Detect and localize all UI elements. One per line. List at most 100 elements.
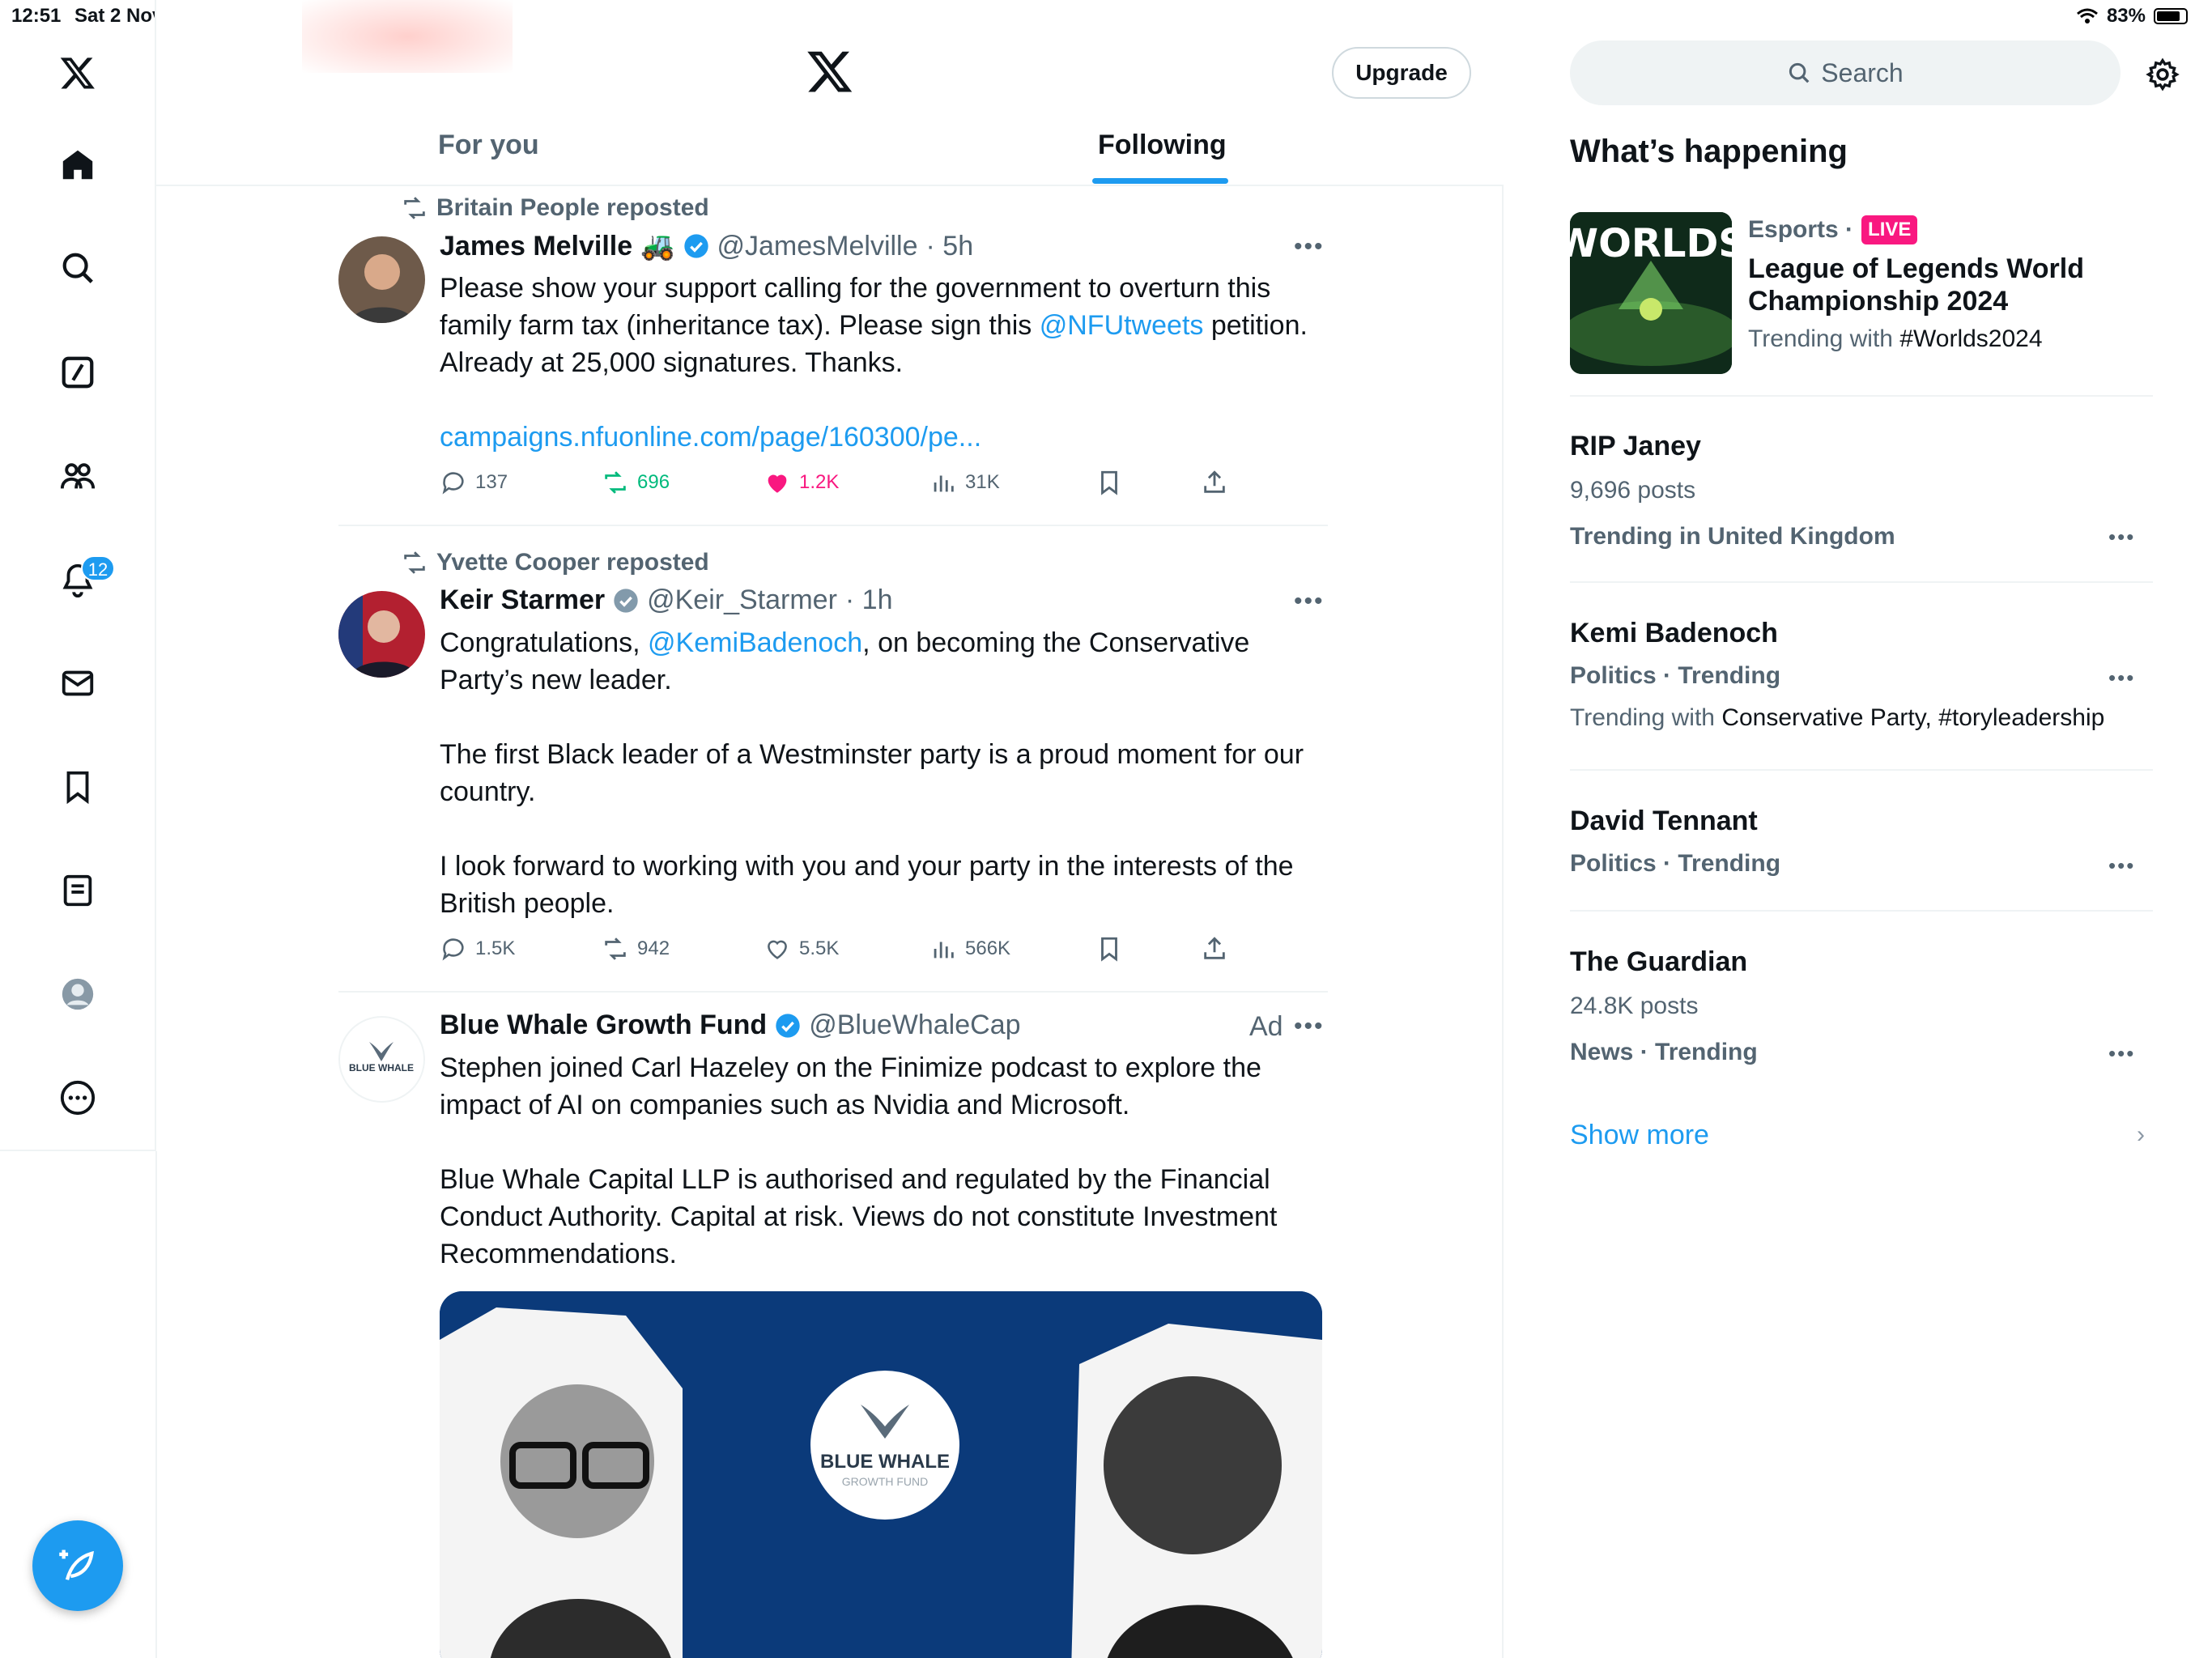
- repost-attribution[interactable]: Britain People reposted: [401, 194, 709, 222]
- trend-related[interactable]: Conservative Party, #toryleadership: [1721, 704, 2104, 731]
- view-count: 566K: [965, 937, 1011, 959]
- like-button[interactable]: 1.2K: [764, 469, 839, 496]
- more-icon[interactable]: •••: [1294, 233, 1325, 261]
- search-icon: [1789, 62, 1810, 83]
- repost-by-label: Britain People reposted: [436, 194, 709, 221]
- x-logo-icon[interactable]: [53, 49, 102, 97]
- show-more-link[interactable]: Show more: [1570, 1120, 1709, 1151]
- analytics-icon: [934, 475, 954, 492]
- tweet-paragraph: The first Black leader of a Westminster …: [440, 739, 1304, 807]
- trend-divider: [1570, 581, 2153, 583]
- tweet-paragraph: I look forward to working with you and y…: [440, 851, 1294, 919]
- post-time[interactable]: · 1h: [845, 585, 893, 616]
- reply-count: 1.5K: [475, 937, 516, 959]
- verified-badge-icon: [776, 1013, 800, 1038]
- bookmark-button[interactable]: [1095, 469, 1123, 496]
- trend-thumbnail[interactable]: WORLDS: [1570, 212, 1732, 374]
- chevron-right-icon: ›: [2137, 1121, 2145, 1148]
- more-icon[interactable]: •••: [1294, 588, 1325, 615]
- reply-icon: [442, 938, 464, 961]
- trend-meta: News · Trending: [1570, 1039, 1758, 1065]
- trend-title[interactable]: Kemi Badenoch: [1570, 617, 1778, 649]
- gear-icon[interactable]: [2145, 57, 2180, 92]
- like-count: 1.2K: [799, 471, 840, 493]
- messages-icon[interactable]: [53, 659, 102, 708]
- bookmark-button[interactable]: [1095, 935, 1123, 963]
- repost-icon: [404, 551, 425, 574]
- view-count: 31K: [965, 471, 1000, 493]
- trend-title[interactable]: RIP Janey: [1570, 430, 1701, 462]
- trend-title[interactable]: League of Legends World Championship 202…: [1748, 253, 2121, 317]
- trend-meta: Esports · LIVE: [1748, 215, 1918, 244]
- lists-icon[interactable]: [53, 866, 102, 915]
- trend-meta: Politics · Trending: [1570, 662, 1781, 689]
- tweet-actions: 1.5K 942 5.5K 566K: [440, 935, 1338, 971]
- author-name[interactable]: Keir Starmer: [440, 585, 605, 616]
- more-icon[interactable]: •••: [2108, 665, 2135, 691]
- mention-link[interactable]: @KemiBadenoch: [648, 627, 862, 658]
- trend-hashtag[interactable]: #Worlds2024: [1899, 325, 2042, 352]
- x-logo-icon[interactable]: [806, 47, 854, 96]
- active-tab-indicator: [1092, 178, 1228, 184]
- author-name[interactable]: James Melville: [440, 231, 632, 262]
- trend-sub-prefix: Trending with: [1748, 325, 1900, 352]
- trend-title[interactable]: The Guardian: [1570, 946, 1747, 978]
- home-icon[interactable]: [53, 141, 102, 189]
- more-icon[interactable]: •••: [1294, 1013, 1325, 1040]
- avatar[interactable]: BLUE WHALE: [338, 1016, 425, 1103]
- trend-sub-prefix: Trending with: [1570, 704, 1722, 731]
- author-handle[interactable]: @Keir_Starmer: [647, 585, 837, 616]
- more-icon[interactable]: •••: [2108, 853, 2135, 878]
- external-link[interactable]: campaigns.nfuonline.com/page/160300/pe..…: [440, 422, 981, 453]
- avatar-logo-text: BLUE WHALE: [349, 1062, 414, 1073]
- more-icon[interactable]: •••: [2108, 525, 2135, 550]
- tweet-header: Blue Whale Growth Fund @BlueWhaleCap: [440, 1010, 1021, 1041]
- like-count: 5.5K: [799, 937, 840, 959]
- tractor-emoji: 🚜: [640, 231, 675, 261]
- reply-button[interactable]: 137: [440, 469, 508, 496]
- bookmark-icon: [1101, 470, 1117, 495]
- bookmark-icon: [1101, 937, 1117, 962]
- more-options-icon[interactable]: [53, 1073, 102, 1122]
- compose-post-button[interactable]: [32, 1520, 123, 1611]
- repost-button[interactable]: 696: [602, 469, 670, 496]
- mention-link[interactable]: @NFUtweets: [1040, 310, 1204, 341]
- heart-filled-icon: [768, 474, 787, 493]
- profile-avatar-icon[interactable]: [53, 970, 102, 1018]
- tweet-text: Congratulations, @KemiBadenoch, on becom…: [440, 624, 1330, 922]
- search-input[interactable]: Search: [1570, 40, 2121, 105]
- repost-button[interactable]: 942: [602, 935, 670, 963]
- share-button[interactable]: [1201, 935, 1228, 963]
- feather-plus-icon: [59, 1550, 94, 1580]
- thumbnail-text: WORLDS: [1570, 221, 1732, 266]
- author-handle[interactable]: @BlueWhaleCap: [809, 1010, 1020, 1041]
- views-button[interactable]: 31K: [929, 469, 1000, 496]
- views-button[interactable]: 566K: [929, 935, 1010, 963]
- upgrade-button[interactable]: Upgrade: [1332, 47, 1471, 99]
- author-name[interactable]: Blue Whale Growth Fund: [440, 1010, 767, 1041]
- media-logo-text: BLUE WHALE: [820, 1451, 950, 1473]
- reply-button[interactable]: 1.5K: [440, 935, 515, 963]
- tab-for-you[interactable]: For you: [438, 130, 539, 161]
- trend-title[interactable]: David Tennant: [1570, 805, 1758, 837]
- communities-icon[interactable]: [53, 452, 102, 500]
- tweet-text-part: Congratulations,: [440, 627, 649, 658]
- avatar[interactable]: [338, 591, 425, 678]
- like-button[interactable]: 5.5K: [764, 935, 839, 963]
- trend-subtitle: Trending with #Worlds2024: [1748, 325, 2043, 353]
- ad-media-image[interactable]: BLUE WHALE GROWTH FUND: [440, 1291, 1322, 1658]
- tweet-header: Keir Starmer @Keir_Starmer · 1h: [440, 585, 893, 616]
- bookmarks-icon[interactable]: [53, 763, 102, 811]
- tab-following[interactable]: Following: [1098, 130, 1227, 161]
- author-handle[interactable]: @JamesMelville: [717, 231, 918, 262]
- reply-count: 137: [475, 471, 508, 493]
- share-icon: [1204, 937, 1225, 959]
- repost-attribution[interactable]: Yvette Cooper reposted: [401, 549, 709, 576]
- more-icon[interactable]: •••: [2108, 1041, 2135, 1066]
- grok-icon[interactable]: [53, 348, 102, 397]
- post-time[interactable]: · 5h: [926, 231, 974, 262]
- search-icon[interactable]: [53, 244, 102, 292]
- share-button[interactable]: [1201, 469, 1228, 496]
- avatar[interactable]: [338, 236, 425, 323]
- reply-icon: [442, 472, 464, 495]
